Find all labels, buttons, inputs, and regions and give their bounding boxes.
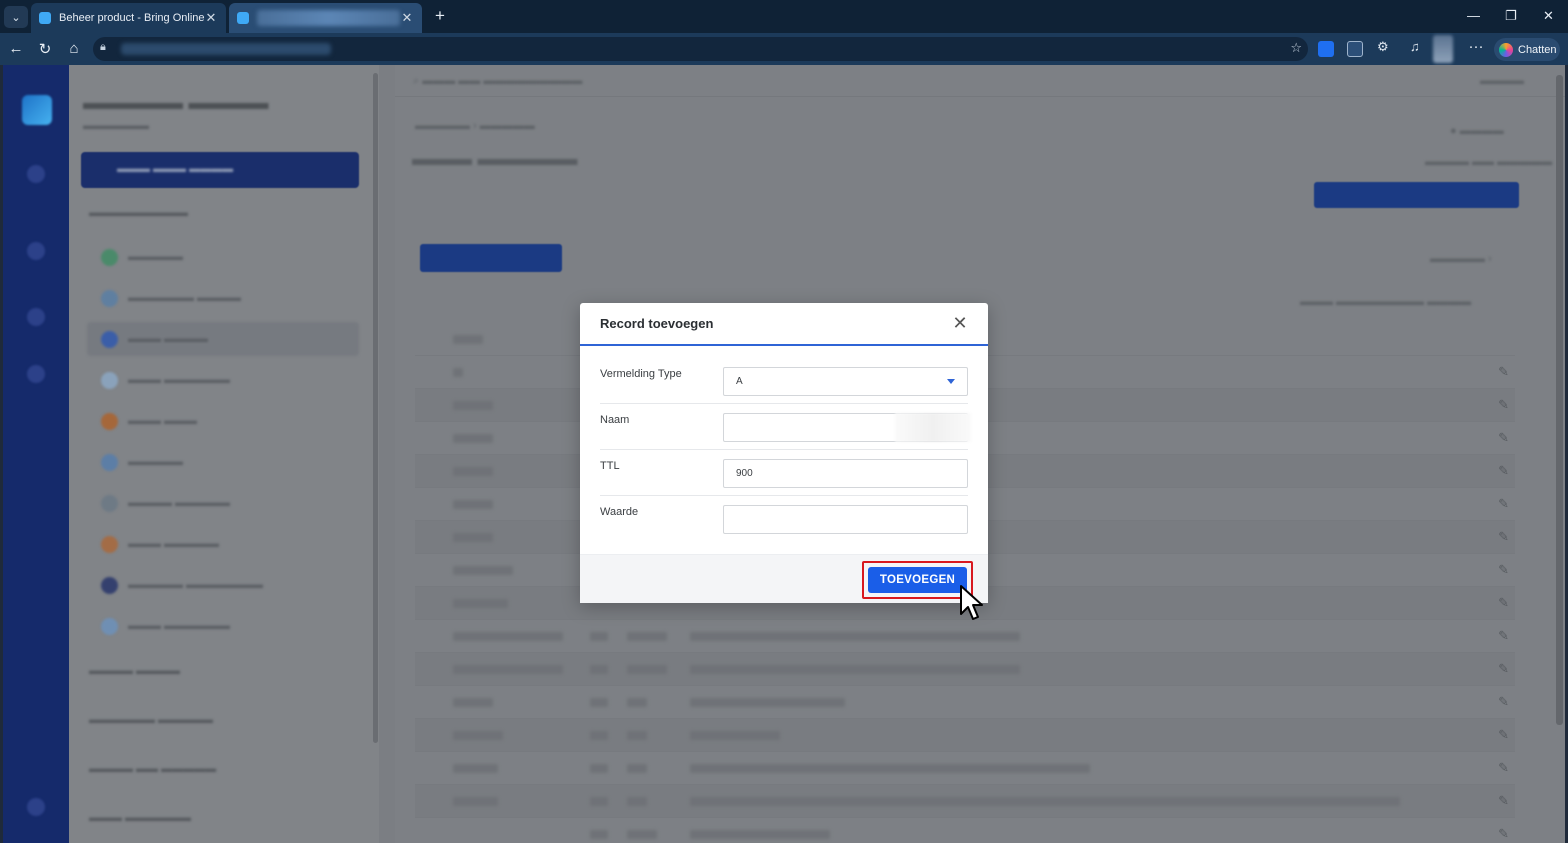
new-tab-button[interactable]: +	[430, 6, 450, 26]
browser-toolbar: ← ↻ ⌂ 🔒︎ ☆ ⚙ ♫ ··· Chatten	[0, 33, 1568, 65]
highlight-box: TOEVOEGEN	[862, 561, 973, 599]
sidebar-section-blurred: ▬▬▬▬ ▬▬ ▬▬▬▬▬	[89, 763, 217, 775]
top-search-blurred: ⌕ ▬▬▬ ▬▬ ▬▬▬▬▬▬▬▬▬ ▬▬▬▬	[395, 65, 1565, 97]
tab-actions-menu-button[interactable]: ⌄	[4, 6, 28, 28]
blurred-button	[420, 244, 562, 272]
extensions-puzzle-icon[interactable]: ⚙	[1377, 39, 1393, 55]
sidebar-blurred: ▬▬▬▬▬ ▬▬▬▬ ▬▬▬▬▬▬ ▬▬▬ ▬▬▬ ▬▬▬▬ ▬▬▬▬▬▬▬▬▬…	[69, 65, 379, 843]
sidebar-section-blurred: ▬▬▬▬ ▬▬▬▬	[89, 665, 181, 677]
sidebar-subtitle-blurred: ▬▬▬▬▬▬	[83, 120, 149, 132]
redacted-overlay	[895, 413, 971, 442]
sidebar-item-blurred: ▬▬▬ ▬▬▬	[87, 404, 359, 438]
field-row-waarde: Waarde	[580, 496, 988, 542]
sidebar-item-blurred: ▬▬▬ ▬▬▬▬▬▬	[87, 363, 359, 397]
waarde-input[interactable]	[723, 505, 968, 534]
dialog-title: Record toevoegen	[600, 316, 714, 331]
more-options-icon[interactable]: ···	[1466, 38, 1486, 55]
site-favicon-icon	[237, 12, 249, 24]
sidebar-item-blurred: ▬▬▬▬▬	[87, 240, 359, 274]
type-select-value: A	[736, 376, 743, 387]
close-tab-icon[interactable]: ✕	[204, 10, 218, 26]
ttl-label: TTL	[600, 460, 620, 472]
back-icon[interactable]: ←	[6, 40, 26, 57]
dropdown-arrow-icon	[947, 379, 955, 384]
site-favicon-icon	[39, 12, 51, 24]
mouse-cursor-icon	[960, 585, 983, 620]
tab-title-redacted	[257, 10, 400, 26]
close-icon[interactable]: ✕	[950, 313, 970, 334]
sidebar-search-blurred: ▬▬▬ ▬▬▬ ▬▬▬▬	[81, 152, 359, 188]
type-select[interactable]: A	[723, 367, 968, 396]
type-label: Vermelding Type	[600, 368, 682, 380]
home-icon[interactable]: ⌂	[64, 40, 84, 57]
profile-avatar[interactable]	[1433, 35, 1453, 63]
sidebar-item-blurred: ▬▬▬▬▬▬ ▬▬▬▬	[87, 281, 359, 315]
main-scrollbar	[1556, 75, 1563, 725]
app-logo	[22, 95, 52, 125]
sidebar-section-blurred: ▬▬▬▬▬▬▬▬▬	[89, 207, 188, 219]
sidebar-title-blurred: ▬▬▬▬▬ ▬▬▬▬	[83, 92, 269, 114]
chevron-down-icon: ⌄	[11, 11, 21, 24]
close-window-button[interactable]: ✕	[1543, 8, 1554, 24]
rail-nav-icon[interactable]	[27, 165, 45, 183]
rail-nav-icon[interactable]	[27, 365, 45, 383]
restore-window-button[interactable]: ❐	[1505, 8, 1517, 24]
sidebar-item-blurred: ▬▬▬▬▬ ▬▬▬▬▬▬▬	[87, 568, 359, 602]
rail-nav-icon[interactable]	[27, 242, 45, 260]
copilot-icon	[1499, 42, 1513, 57]
app-rail	[3, 65, 69, 843]
reload-icon[interactable]: ↻	[35, 40, 55, 58]
sidebar-item-blurred: ▬▬▬ ▬▬▬▬▬	[87, 527, 359, 561]
rail-nav-icon[interactable]	[27, 308, 45, 326]
dialog-header: Record toevoegen ✕	[580, 303, 988, 346]
url-redacted	[121, 43, 331, 55]
browser-tab[interactable]: ✕	[229, 3, 422, 33]
sidebar-section-blurred: ▬▬▬▬▬▬ ▬▬▬▬▬	[89, 714, 214, 726]
record-toevoegen-dialog: Record toevoegen ✕ Vermelding Type A Naa…	[580, 303, 988, 603]
browser-tab-bar: ⌄ Beheer product - Bring Online ✕ ✕ + — …	[0, 0, 1568, 33]
close-tab-icon[interactable]: ✕	[400, 10, 414, 26]
waarde-label: Waarde	[600, 506, 639, 518]
ttl-input[interactable]	[723, 459, 968, 488]
chat-button-label: Chatten	[1518, 43, 1557, 56]
blurred-button	[1314, 182, 1519, 208]
browser-tab-active[interactable]: Beheer product - Bring Online ✕	[31, 3, 226, 33]
sidebar-item-blurred: ▬▬▬▬ ▬▬▬▬▬	[87, 486, 359, 520]
field-row-type: Vermelding Type A	[580, 358, 988, 404]
tab-title: Beheer product - Bring Online	[59, 12, 204, 24]
sidebar-item-blurred: ▬▬▬ ▬▬▬▬▬▬	[87, 609, 359, 643]
page-title-blurred: ▬▬▬ ▬▬▬▬▬	[412, 148, 578, 170]
field-row-naam: Naam	[580, 404, 988, 450]
address-bar[interactable]: 🔒︎ ☆	[93, 37, 1308, 61]
sidebar-section-blurred: ▬▬▬ ▬▬▬▬▬▬	[89, 812, 192, 824]
media-control-icon[interactable]: ♫	[1410, 39, 1426, 55]
naam-label: Naam	[600, 414, 630, 426]
sidebar-item-blurred: ▬▬▬ ▬▬▬▬	[87, 322, 359, 356]
copilot-chat-button[interactable]: Chatten	[1494, 38, 1560, 61]
favorite-star-icon[interactable]: ☆	[1290, 40, 1302, 56]
lock-icon[interactable]: 🔒︎	[100, 41, 106, 54]
extension-icon[interactable]	[1318, 41, 1334, 57]
sidebar-scrollbar	[373, 73, 378, 743]
sidebar-item-blurred: ▬▬▬▬▬	[87, 445, 359, 479]
shield-extension-icon[interactable]	[1347, 41, 1363, 57]
rail-nav-icon[interactable]	[27, 798, 45, 816]
dialog-footer: TOEVOEGEN	[580, 554, 988, 603]
minimize-window-button[interactable]: —	[1467, 8, 1480, 23]
toevoegen-button[interactable]: TOEVOEGEN	[868, 567, 967, 593]
field-row-ttl: TTL	[580, 450, 988, 496]
